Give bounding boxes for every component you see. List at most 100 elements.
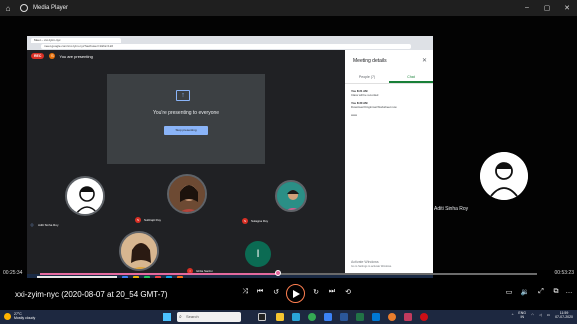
tile-label: S Sulagna Roy (242, 218, 268, 224)
task-view-icon[interactable] (258, 313, 266, 321)
word-icon[interactable] (340, 313, 348, 321)
start-button[interactable] (163, 313, 171, 321)
tab-people: People (7) (358, 75, 376, 79)
shuffle-icon[interactable]: ⤨ (238, 288, 252, 296)
more-options-icon[interactable]: … (562, 288, 576, 295)
person-photo-icon (121, 233, 157, 269)
next-icon[interactable]: ⏭ (325, 288, 339, 296)
tab-chat: Chat (389, 72, 433, 83)
side-participant-name: Aditi Sinha Roy (434, 206, 469, 212)
playback-controls: xxi-zyim-nyc (2020-08-07 at 20_54 GMT-7)… (0, 278, 577, 310)
presenting-message: You're presenting to everyone (152, 110, 220, 116)
subtitles-icon[interactable]: ▭ (502, 288, 516, 296)
repeat-icon[interactable]: ⟲ (341, 288, 355, 296)
seek-track[interactable] (40, 273, 537, 275)
chevron-up-icon[interactable]: ^ (512, 313, 514, 317)
seek-progress-fill (40, 273, 279, 275)
chat-text: Class will be recorded (351, 92, 379, 97)
window-controls: – ▢ ✕ (517, 4, 577, 12)
chat-message: www (351, 113, 427, 118)
participant-name: Subhajit Roy (144, 218, 162, 222)
activate-windows-watermark: Activate Windows Go to Settings to activ… (351, 260, 392, 269)
participant-name: Sulagna Roy (251, 219, 269, 223)
chat-text: www (351, 113, 358, 117)
skip-back-icon[interactable]: ↺ (269, 288, 283, 296)
windows-taskbar: 27°C Mostly cloudy ⌕ Search ^ ENG IN ◠ ◁… (0, 310, 577, 324)
chat-message: You 8:21 AM Class will be recorded (351, 89, 427, 98)
activate-subtitle: Go to Settings to activate Windows. (351, 264, 392, 268)
region-code: IN (520, 315, 524, 319)
previous-icon[interactable]: ⏮ (253, 288, 267, 296)
stop-presenting-button: Stop presenting (164, 126, 208, 135)
tile-label: ⦿ Aditi Sinha Roy (29, 222, 59, 228)
taskbar-search-box[interactable]: ⌕ Search (177, 312, 241, 322)
window-title: Media Player (33, 5, 69, 11)
skip-forward-icon[interactable]: ↻ (309, 288, 323, 296)
edge-icon[interactable] (292, 313, 300, 321)
weather-sun-icon (4, 312, 11, 320)
presenting-panel: ↑ You're presenting to everyone Stop pre… (107, 74, 265, 164)
meeting-details-panel: Meeting details ✕ People (7) Chat You 8:… (345, 50, 433, 284)
chrome-icon[interactable] (308, 313, 316, 321)
close-button[interactable]: ✕ (557, 4, 577, 12)
person-photo-icon (277, 182, 305, 210)
sketch-portrait-icon (67, 178, 103, 214)
clock-date: 07-07-2020 (555, 315, 573, 319)
browser-tab: Meet – xxi-zyim-nyc (31, 38, 121, 43)
maximize-button[interactable]: ▢ (537, 4, 557, 12)
details-heading: Meeting details (353, 58, 387, 64)
media-file-title: xxi-zyim-nyc (2020-08-07 at 20_54 GMT-7) (15, 290, 168, 299)
side-participant-avatar (480, 152, 528, 200)
fullscreen-icon[interactable]: ⤢ (534, 288, 548, 296)
mail-icon[interactable] (372, 313, 380, 321)
windows-logo-pane (167, 317, 171, 321)
excel-icon[interactable] (356, 313, 364, 321)
battery-icon[interactable]: ▭ (547, 313, 550, 317)
system-tray: ^ ENG IN ◠ ◁ ▭ 11:59 07-07-2020 (507, 311, 573, 319)
file-explorer-icon[interactable] (276, 313, 284, 321)
windows-logo-pane (167, 313, 171, 317)
store-icon[interactable] (324, 313, 332, 321)
photos-icon[interactable] (388, 313, 396, 321)
participant-avatar (65, 176, 105, 216)
search-placeholder: Search (186, 314, 199, 319)
clock[interactable]: 11:59 07-07-2020 (555, 311, 573, 319)
participant-name: Aditi Sinha Roy (38, 223, 59, 227)
weather-text: 27°C Mostly cloudy (14, 312, 35, 320)
browser-chrome: Meet – xxi-zyim-nyc meet.google.com/xxi-… (27, 36, 433, 50)
present-screen-icon: ↑ (176, 90, 190, 101)
chat-message: You 8:30 AM Download Kinginmat Worksheet… (351, 101, 427, 110)
play-button[interactable] (286, 284, 305, 303)
avatar-letter-tile: I (245, 241, 271, 267)
mic-off-icon: S (135, 217, 141, 223)
language-indicator[interactable]: ENG IN (518, 311, 526, 319)
details-tabs: People (7) Chat (345, 72, 433, 84)
play-icon (293, 289, 300, 298)
volume-icon[interactable]: 🔉 (518, 288, 532, 296)
search-icon: ⌕ (179, 314, 182, 320)
mic-off-icon: S (242, 218, 248, 224)
rec-badge: REC (31, 53, 45, 59)
video-surface[interactable]: Meet – xxi-zyim-nyc meet.google.com/xxi-… (0, 16, 577, 284)
weather-widget[interactable]: 27°C Mostly cloudy (4, 312, 35, 320)
speaker-icon[interactable]: ◁ (539, 313, 542, 317)
windows-logo-pane (163, 317, 167, 321)
sketch-portrait-icon (480, 152, 528, 200)
opera-icon[interactable] (420, 313, 428, 321)
miniview-icon[interactable]: ⧉ (549, 288, 563, 296)
browser-url: meet.google.com/xxi-zyim-nyc?authuser=1&… (41, 44, 411, 49)
total-time: 00:53:23 (554, 270, 574, 276)
media-player-app-icon (20, 4, 28, 12)
close-icon: ✕ (421, 58, 427, 64)
seek-thumb[interactable] (275, 270, 282, 276)
media-player-taskbar-icon[interactable] (404, 313, 412, 321)
minimize-button[interactable]: – (517, 4, 537, 12)
tile-label: S Subhajit Roy (135, 217, 161, 223)
windows-logo-pane (163, 313, 167, 317)
home-icon[interactable]: ⌂ (0, 4, 16, 13)
seek-bar-row: 00:25:34 00:53:23 (0, 270, 577, 278)
participant-avatar (275, 180, 307, 212)
participant-avatar (119, 231, 159, 271)
presenter-avatar: S (49, 53, 56, 59)
wifi-icon[interactable]: ◠ (531, 313, 534, 317)
